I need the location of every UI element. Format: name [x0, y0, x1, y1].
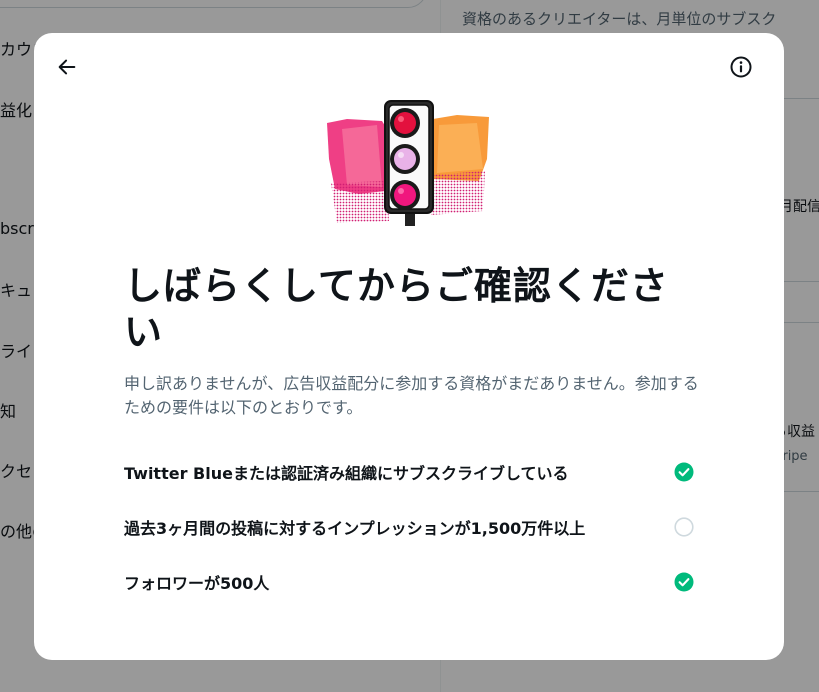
- requirement-label: フォロワーが500人: [124, 574, 270, 593]
- check-met-icon: [674, 462, 694, 482]
- dialog-subtitle: 申し訳ありませんが、広告収益配分に参加する資格がまだありません。参加するための要…: [124, 374, 699, 417]
- requirement-label: Twitter Blueまたは認証済み組織にサブスクライブしている: [124, 464, 569, 483]
- traffic-light-illustration: [327, 100, 489, 226]
- dialog-title: しばらくしてからご確認ください: [124, 264, 669, 354]
- requirement-item: Twitter Blueまたは認証済み組織にサブスクライブしている: [124, 459, 694, 485]
- requirement-item: フォロワーが500人: [124, 569, 694, 595]
- info-circle-icon: [730, 56, 752, 78]
- check-met-icon: [674, 572, 694, 592]
- arrow-left-icon: [58, 59, 76, 75]
- info-button[interactable]: [723, 49, 759, 85]
- check-unmet-icon: [674, 517, 694, 537]
- requirement-label: 過去3ヶ月間の投稿に対するインプレッションが1,500万件以上: [124, 519, 586, 538]
- requirement-item: 過去3ヶ月間の投稿に対するインプレッションが1,500万件以上: [124, 514, 694, 540]
- eligibility-dialog: しばらくしてからご確認ください 申し訳ありませんが、広告収益配分に参加する資格が…: [34, 33, 784, 660]
- back-button[interactable]: [49, 49, 85, 85]
